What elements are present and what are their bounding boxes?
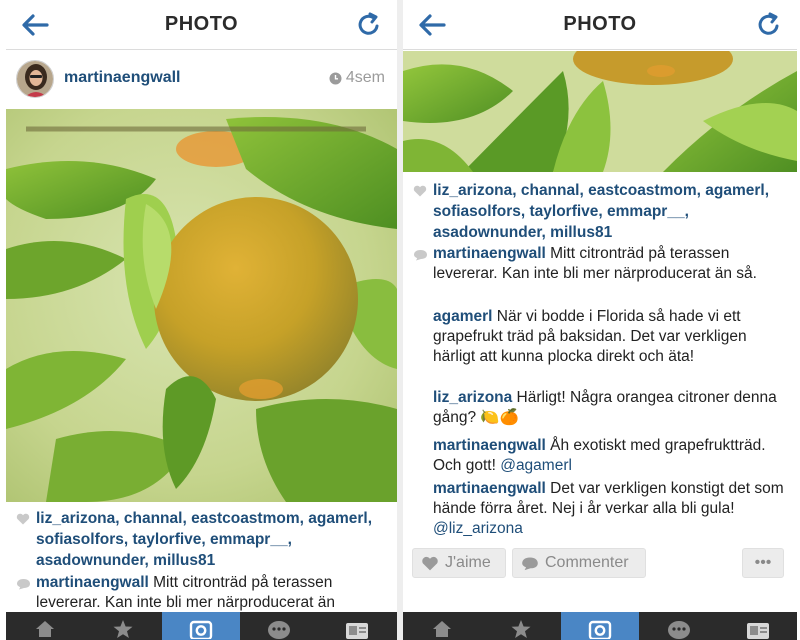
page-title: PHOTO	[164, 13, 239, 35]
comment-mention[interactable]: @agamerl	[500, 457, 572, 474]
like-button[interactable]: J'aime	[412, 548, 506, 578]
tab-activity[interactable]	[640, 612, 718, 640]
like-user[interactable]: sofiasolfors	[36, 531, 124, 548]
tab-explore[interactable]	[84, 612, 162, 640]
comment: liz_arizona Härligt! Några orangea citro…	[403, 388, 797, 428]
like-user[interactable]: emmapr__	[607, 203, 685, 220]
tab-profile[interactable]	[719, 612, 797, 640]
nav-bar: PHOTO	[403, 0, 797, 50]
page-title: PHOTO	[563, 13, 637, 35]
home-icon	[433, 621, 451, 637]
like-user[interactable]: sofiasolfors	[433, 203, 521, 220]
comment-username[interactable]: agamerl	[433, 308, 492, 325]
camera-icon	[189, 620, 213, 639]
citrus-tree-photo	[403, 51, 797, 172]
post-photo-cropped[interactable]	[403, 51, 797, 172]
like-user[interactable]: millus81	[153, 552, 215, 569]
comment: martinaengwall Mitt citronträd på terass…	[403, 244, 797, 284]
likes-list: liz_arizona, channal, eastcoastmom, agam…	[403, 180, 797, 243]
tab-explore[interactable]	[482, 612, 560, 640]
camera-icon	[588, 620, 612, 639]
nav-bar: PHOTO	[6, 0, 397, 50]
like-user[interactable]: liz_arizona	[36, 510, 115, 527]
comment-username[interactable]: liz_arizona	[433, 389, 512, 406]
heart-icon	[16, 513, 30, 525]
comment-button-label: Commenter	[545, 554, 629, 571]
like-user[interactable]: asadownunder	[433, 224, 542, 241]
profile-icon	[346, 623, 368, 639]
comment-mention[interactable]: @liz_arizona	[433, 520, 523, 537]
comment-bubble-icon	[17, 579, 30, 590]
home-icon	[36, 621, 54, 637]
comment-bubble-icon	[522, 557, 538, 570]
like-user[interactable]: agamerl	[705, 182, 764, 199]
comment: martinaengwall Det var verkligen konstig…	[403, 479, 797, 539]
like-user[interactable]: millus81	[550, 224, 612, 241]
explore-star-icon	[113, 620, 133, 638]
refresh-icon[interactable]	[355, 11, 383, 39]
like-user[interactable]: channal	[124, 510, 183, 527]
comment-username[interactable]: martinaengwall	[433, 245, 546, 262]
post-actions: J'aime Commenter •••	[403, 548, 797, 578]
post-username[interactable]: martinaengwall	[64, 69, 180, 87]
timestamp-text: 4sem	[345, 69, 385, 86]
tab-profile[interactable]	[318, 612, 396, 640]
right-photo-screen: PHOTO liz_arizona, channal, eastcoastmom…	[403, 0, 797, 640]
profile-icon	[747, 623, 769, 639]
post-timestamp: 4sem	[329, 69, 385, 87]
heart-icon	[413, 185, 427, 197]
more-options-button[interactable]: •••	[742, 548, 784, 578]
like-user[interactable]: eastcoastmom	[191, 510, 300, 527]
post-photo[interactable]	[6, 109, 397, 502]
like-user[interactable]: liz_arizona	[433, 182, 512, 199]
comment-username[interactable]: martinaengwall	[36, 574, 149, 591]
like-user[interactable]: taylorfive	[132, 531, 201, 548]
comment: martinaengwall Åh exotiskt med grapefruk…	[403, 436, 797, 476]
like-user[interactable]: agamerl	[308, 510, 367, 527]
tab-home[interactable]	[6, 612, 84, 640]
activity-bubble-icon	[668, 621, 690, 639]
explore-star-icon	[511, 620, 531, 638]
comment-username[interactable]: martinaengwall	[433, 480, 546, 497]
post-header: martinaengwall 4sem	[6, 51, 397, 109]
tab-home[interactable]	[403, 612, 481, 640]
activity-bubble-icon	[268, 621, 290, 639]
clock-icon	[329, 72, 342, 84]
bottom-tab-bar	[6, 612, 397, 640]
like-button-label: J'aime	[445, 554, 491, 571]
comment: martinaengwall Mitt citronträd på terass…	[6, 573, 397, 613]
left-photo-screen: PHOTO martinaengwall 4sem liz_arizona, c…	[6, 0, 397, 640]
avatar[interactable]	[16, 60, 54, 98]
citrus-tree-photo	[6, 109, 397, 502]
like-user[interactable]: taylorfive	[529, 203, 598, 220]
comment-button[interactable]: Commenter	[512, 548, 646, 578]
tab-camera[interactable]	[162, 612, 240, 640]
like-user[interactable]: emmapr__	[210, 531, 288, 548]
heart-icon	[422, 556, 438, 570]
like-user[interactable]: channal	[521, 182, 580, 199]
bottom-tab-bar	[403, 612, 797, 640]
like-user[interactable]: eastcoastmom	[588, 182, 697, 199]
more-dots-icon: •••	[754, 554, 772, 571]
tab-activity[interactable]	[240, 612, 318, 640]
refresh-icon[interactable]	[755, 11, 783, 39]
like-user[interactable]: asadownunder	[36, 552, 145, 569]
likes-list: liz_arizona, channal, eastcoastmom, agam…	[6, 508, 397, 571]
comment: agamerl När vi bodde i Florida så hade v…	[403, 307, 797, 367]
comment-bubble-icon	[414, 250, 427, 261]
tab-camera[interactable]	[561, 612, 639, 640]
comment-username[interactable]: martinaengwall	[433, 437, 546, 454]
